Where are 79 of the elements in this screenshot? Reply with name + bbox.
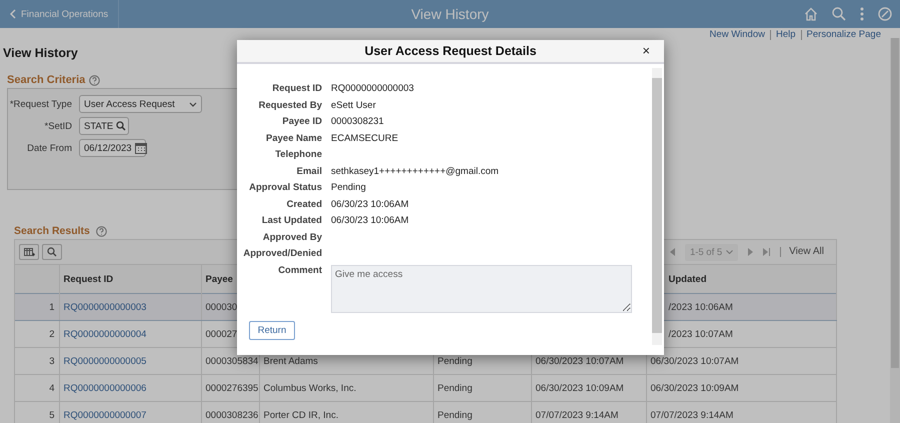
chevron-down-icon <box>189 102 197 106</box>
field-value: Pending <box>331 182 366 193</box>
request-id-link[interactable]: RQ0000000000004 <box>64 328 146 340</box>
close-button[interactable]: × <box>640 43 652 58</box>
field-label: Payee ID <box>281 116 322 127</box>
next-icon[interactable] <box>748 248 754 256</box>
request-id-link[interactable]: RQ0000000000006 <box>64 382 146 394</box>
field-value: sethkasey1++++++++++++@gmail.com <box>331 166 499 176</box>
request-id-link[interactable]: RQ0000000000007 <box>64 410 146 421</box>
table-cell: Porter CD IR, Inc. <box>259 402 433 423</box>
field-value: 0000308231 <box>331 116 384 127</box>
lookup-field[interactable]: STATE <box>79 117 129 135</box>
more-options-icon[interactable] <box>860 7 864 21</box>
columns-button[interactable] <box>19 244 39 260</box>
column-header: Request ID <box>59 264 201 294</box>
row-number: 4 <box>15 374 59 402</box>
top-link[interactable]: Help <box>770 30 801 40</box>
page-title: View History <box>3 46 78 60</box>
search-icon <box>47 247 57 257</box>
field-label: Payee Name <box>265 132 322 144</box>
search-icon[interactable] <box>832 7 846 21</box>
table-cell: 06/30/2023 10:09AM <box>531 374 646 402</box>
field-label: Approved By <box>262 232 322 242</box>
row-number: 3 <box>15 348 59 374</box>
table-cell: Columbus Works, Inc. <box>259 374 433 402</box>
field-label: Date From <box>26 142 72 154</box>
field-label: Requested By <box>258 100 322 110</box>
table-cell: 07/07/2023 9:14AM <box>646 402 836 423</box>
request-id-link[interactable]: RQ0000000000005 <box>64 356 146 366</box>
search-icon <box>116 121 126 131</box>
page-scrollbar[interactable] <box>890 38 900 423</box>
table-cell: Pending <box>433 374 531 402</box>
back-button[interactable]: Financial Operations <box>0 0 120 28</box>
chevron-down-icon <box>726 250 734 254</box>
top-link[interactable]: New Window <box>704 30 770 40</box>
dropdown-field[interactable]: User Access Request <box>79 95 202 113</box>
help-icon[interactable] <box>96 226 107 236</box>
calendar-icon <box>134 142 147 154</box>
field-label: *Request Type <box>8 98 72 110</box>
top-link[interactable]: Personalize Page <box>800 30 886 40</box>
row-number: 1 <box>15 294 59 320</box>
dialog-scrollbar[interactable] <box>652 68 662 345</box>
field-label: Request ID <box>271 83 322 94</box>
chevron-left-icon <box>10 9 16 19</box>
view-all-link[interactable]: View All <box>780 247 824 257</box>
table-cell: 0000308236 <box>201 402 259 423</box>
circle-slash-icon[interactable] <box>878 7 892 21</box>
date-field[interactable]: 06/12/2023 <box>79 139 146 157</box>
field-value: eSett User <box>331 100 376 110</box>
header-title: View History <box>411 6 489 22</box>
field-label: Approval Status <box>248 182 322 193</box>
home-icon[interactable] <box>804 7 818 21</box>
table-cell: 06/30/2023 10:09AM <box>646 374 836 402</box>
field-label: Email <box>296 166 322 176</box>
field-label: Last Updated <box>260 215 322 226</box>
field-label: Comment <box>277 264 322 276</box>
table-cell: Pending <box>433 402 531 423</box>
table-cell: 07/07/2023 9:14AM <box>531 402 646 423</box>
field-label: Approved/Denied <box>242 248 322 259</box>
field-value: 06/30/23 10:06AM <box>331 198 409 210</box>
previous-icon[interactable] <box>670 248 675 256</box>
row-number: 5 <box>15 402 59 423</box>
dialog-title: User Access Request Details <box>364 44 536 58</box>
field-value: 06/30/23 10:06AM <box>331 215 409 226</box>
table-cell: 0000276395 <box>201 374 259 402</box>
field-value: ECAMSECURE <box>331 132 398 144</box>
field-label: *SetID <box>44 120 72 132</box>
find-button[interactable] <box>42 244 62 260</box>
field-label: Created <box>286 198 322 210</box>
comment-field[interactable]: Give me access <box>331 264 632 312</box>
help-icon[interactable] <box>89 74 100 86</box>
field-label: Telephone <box>274 149 322 160</box>
columns-icon <box>24 248 34 256</box>
section-title: Search Criteria <box>7 74 86 86</box>
last-page-icon[interactable] <box>763 248 770 256</box>
field-value: RQ0000000000003 <box>331 83 414 94</box>
section-title: Search Results <box>14 225 90 237</box>
row-number: 2 <box>15 320 59 348</box>
return-button[interactable]: Return <box>249 320 295 340</box>
